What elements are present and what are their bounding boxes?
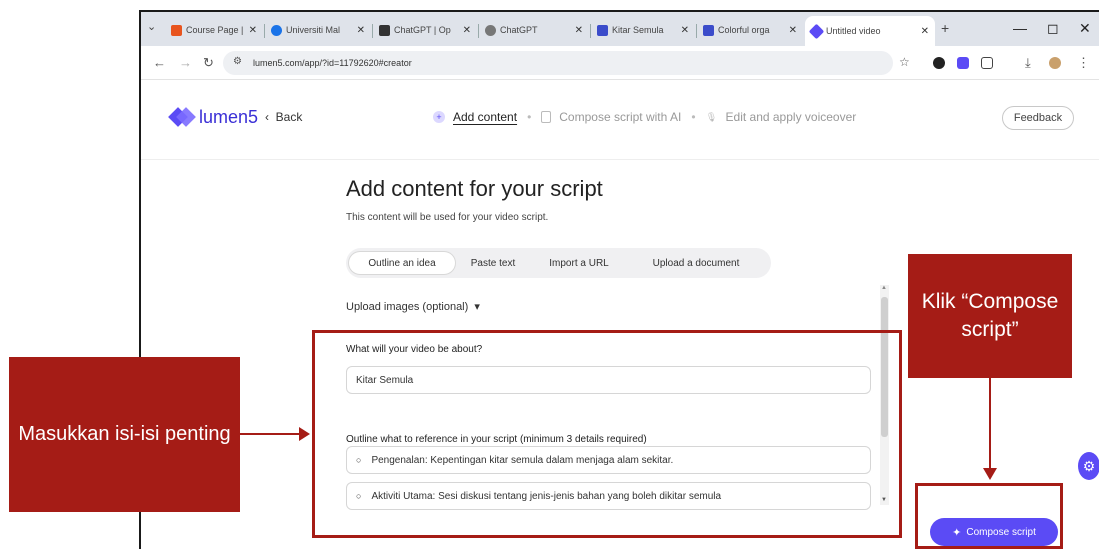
tab-outline-idea[interactable]: Outline an idea: [349, 252, 455, 274]
help-chat-icon[interactable]: ⚙: [1078, 452, 1099, 480]
step-compose-script[interactable]: Compose script with AI: [541, 110, 681, 124]
site-info-icon[interactable]: ⚙: [233, 56, 242, 67]
instruction-callout-right: Klik “Compose script”: [908, 254, 1072, 378]
step-voiceover[interactable]: 🎙 Edit and apply voiceover: [705, 110, 856, 124]
university-favicon-icon: [271, 24, 282, 36]
forward-arrow-icon[interactable]: →: [179, 55, 192, 70]
chevron-left-icon: ‹: [265, 110, 269, 124]
step-add-content[interactable]: + Add content: [433, 110, 517, 124]
page-title: Add content for your script: [346, 176, 603, 201]
close-icon[interactable]: ✕: [921, 26, 929, 37]
extension-icon[interactable]: [957, 57, 969, 69]
menu-kebab-icon[interactable]: ⋮: [1077, 55, 1090, 71]
app-header: lumen5 ‹ Back + Add content • Compose sc…: [141, 80, 1099, 160]
highlight-button-box: [915, 483, 1063, 549]
restore-icon[interactable]: ◻: [1047, 20, 1059, 37]
close-icon[interactable]: ✕: [575, 25, 583, 36]
input-mode-tabs: Outline an idea Paste text Import a URL …: [346, 248, 771, 278]
course-favicon-icon: [171, 24, 182, 36]
new-tab-icon[interactable]: +: [941, 20, 949, 36]
highlight-form-box: [312, 330, 902, 538]
lumen5-favicon-icon: [808, 23, 825, 39]
progress-steps: + Add content • Compose script with AI •…: [433, 110, 856, 124]
kitar-favicon-icon: [597, 24, 608, 36]
close-icon[interactable]: ✕: [249, 25, 257, 36]
url-field[interactable]: ⚙ lumen5.com/app/?id=11792620#creator: [223, 51, 893, 75]
close-icon[interactable]: ✕: [463, 25, 471, 36]
browser-tab[interactable]: ChatGPT | Op ✕: [373, 17, 477, 43]
tab-bar: ⌄ Course Page | ✕ Universiti Mal ✕ ChatG…: [141, 12, 1099, 46]
reload-icon[interactable]: ↻: [203, 55, 214, 71]
tab-upload-document[interactable]: Upload a document: [631, 252, 761, 274]
upload-images-toggle[interactable]: Upload images (optional) ▾: [346, 300, 480, 313]
tab-paste-text[interactable]: Paste text: [458, 252, 528, 274]
browser-tab[interactable]: Kitar Semula ✕: [591, 17, 695, 43]
caret-down-icon: ▾: [471, 301, 480, 313]
browser-tab[interactable]: Course Page | ✕: [165, 17, 263, 43]
extensions-puzzle-icon[interactable]: [981, 57, 993, 69]
browser-tab[interactable]: Universiti Mal ✕: [265, 17, 371, 43]
scroll-up-icon[interactable]: ▲: [881, 285, 887, 291]
browser-tab[interactable]: ChatGPT ✕: [479, 17, 589, 43]
instruction-callout-left: Masukkan isi-isi penting: [9, 357, 240, 512]
close-icon[interactable]: ✕: [681, 25, 689, 36]
plus-icon: +: [433, 111, 445, 123]
address-bar: ← → ↻ ⚙ lumen5.com/app/?id=11792620#crea…: [141, 46, 1099, 80]
arrow-line: [989, 378, 991, 470]
back-button[interactable]: ‹ Back: [265, 110, 302, 124]
arrow-down-icon: [983, 468, 997, 480]
tab-search-icon[interactable]: ⌄: [147, 20, 156, 33]
chatgpt-favicon-icon: [485, 24, 496, 36]
mic-icon: 🎙: [705, 111, 718, 122]
feedback-button[interactable]: Feedback: [1002, 106, 1074, 130]
browser-tab[interactable]: Colorful orga ✕: [697, 17, 803, 43]
download-icon[interactable]: ⤓: [1025, 55, 1031, 71]
browser-tab-active[interactable]: Untitled video ✕: [805, 16, 935, 46]
extension-icon[interactable]: [933, 57, 945, 69]
minimize-icon[interactable]: —: [1013, 20, 1027, 36]
page-subtitle: This content will be used for your video…: [346, 212, 549, 223]
close-icon[interactable]: ✕: [357, 25, 365, 36]
arrow-right-icon: [299, 427, 310, 441]
avatar[interactable]: [1049, 57, 1061, 69]
close-icon[interactable]: ✕: [789, 25, 797, 36]
back-arrow-icon[interactable]: ←: [153, 55, 166, 70]
document-icon: [541, 111, 552, 123]
arrow-line: [240, 433, 300, 435]
colorful-favicon-icon: [703, 24, 714, 36]
close-window-icon[interactable]: ✕: [1079, 20, 1091, 37]
lumen5-logo-icon: [168, 106, 196, 128]
bookmark-star-icon[interactable]: ☆: [899, 55, 910, 69]
tab-import-url[interactable]: Import a URL: [536, 252, 622, 274]
chatgpt-favicon-icon: [379, 24, 390, 36]
lumen5-logo[interactable]: lumen5: [168, 106, 258, 128]
